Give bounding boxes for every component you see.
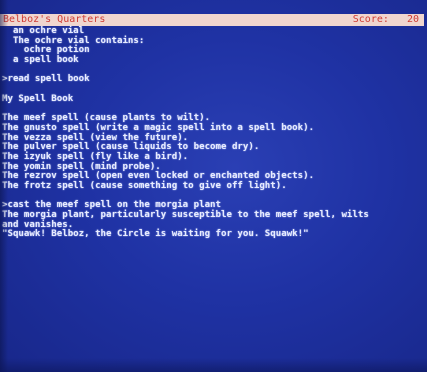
- book-title: My Spell Book: [2, 93, 74, 104]
- score-label: Score:: [352, 14, 389, 25]
- response-line: "Squawk! Belboz, the Circle is waiting f…: [2, 229, 309, 240]
- command-line: >read spell book: [2, 74, 90, 85]
- status-bar: Belboz's Quarters Score: 20: [0, 14, 424, 26]
- spell-line: The frotz spell (cause something to give…: [2, 181, 287, 191]
- game-screen: Belboz's Quarters Score: 20 an ochre via…: [0, 0, 427, 372]
- location-name: Belboz's Quarters: [3, 14, 106, 25]
- inventory-line: a spell book: [2, 55, 79, 66]
- score-display: Score: 20: [353, 14, 419, 26]
- screen-bottom-shadow: [0, 358, 427, 372]
- transcript: an ochre vial The ochre vial contains: o…: [2, 26, 426, 240]
- screen-edge-shadow: [0, 0, 8, 372]
- score-value: 20: [406, 14, 419, 25]
